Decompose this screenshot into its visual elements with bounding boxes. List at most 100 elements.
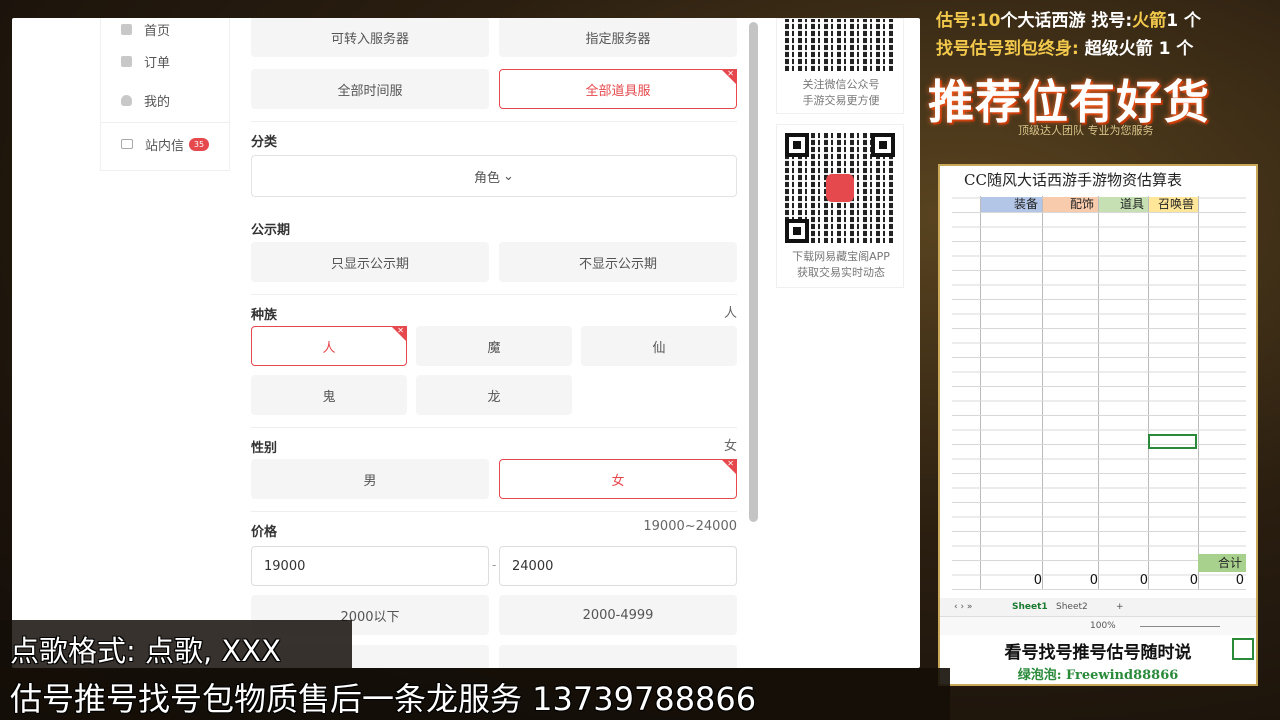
promo-text: 超级火箭 1 个 [1084, 39, 1194, 59]
section-divider [251, 511, 737, 512]
close-icon: ✕ [727, 459, 734, 468]
sheet-grid[interactable] [952, 196, 1246, 590]
qr-finder [785, 133, 809, 157]
page-scrollbar[interactable] [749, 22, 758, 522]
spreadsheet-window: CC随风大话西游手游物资估算表 装备 配饰 道具 召唤兽 合计 0 0 0 0 … [938, 164, 1258, 686]
section-divider [251, 427, 737, 428]
header-cell-pets: 召唤兽 [1149, 197, 1198, 212]
sidebar-item-mine[interactable]: 我的 [121, 89, 170, 111]
gender-title: 性别 [251, 441, 278, 456]
price-dash: - [492, 558, 497, 572]
sheet-tab-bar: ‹ › » Sheet1 Sheet2 + [940, 598, 1256, 616]
sheet-footer-slogan: 看号找号推号估号随时说 [1004, 643, 1192, 663]
filter-panel: 可转入服务器 指定服务器 全部时间服 全部道具服 ✕ 分类 角色 ⌄ 公示期 只… [251, 18, 737, 668]
sidebar-item-messages[interactable]: 站内信 35 [121, 133, 210, 155]
selected-cell[interactable] [1148, 434, 1197, 449]
sidebar-menu: 首页 订单 我的 站内信 35 [100, 18, 230, 171]
sidebar-item-label: 首页 [144, 23, 171, 39]
browser-window: 首页 订单 我的 站内信 35 可转入服务器 指定服务器 全部时间服 全部道具服… [12, 18, 920, 668]
promo-text: 10 [976, 11, 1001, 31]
promo-text: 1 个 [1166, 11, 1201, 31]
race-option-demon[interactable]: 魔 [416, 326, 572, 366]
qr-caption: 下载网易藏宝阁APP [792, 250, 890, 263]
category-title: 分类 [251, 135, 278, 150]
header-cell-equipment: 装备 [981, 197, 1042, 212]
tab-sheet1[interactable]: Sheet1 [1012, 598, 1048, 616]
home-icon [121, 23, 132, 35]
section-divider [251, 294, 737, 295]
promo-text: 找号估号到包终身: [936, 39, 1079, 59]
tab-nav-icon[interactable]: ‹ › » [954, 598, 972, 616]
footer-selected-cell [1232, 638, 1254, 660]
service-caption: 估号推号找号包物质售后一条龙服务 13739788866 [10, 680, 757, 718]
user-icon [121, 94, 132, 106]
song-request-caption: 点歌格式: 点歌, XXX [10, 634, 282, 668]
sum-cell: 0 [1235, 573, 1244, 588]
price-max-input[interactable]: 24000 [499, 546, 737, 586]
tab-sheet2[interactable]: Sheet2 [1056, 598, 1088, 616]
server-option-all-items[interactable]: 全部道具服 ✕ [499, 69, 737, 109]
sheet-status-bar: 100% [940, 616, 1256, 635]
sidebar-divider [101, 122, 229, 123]
promo-line-2: 找号估号到包终身: 超级火箭 1 个 [936, 34, 1193, 59]
publicity-option-hide[interactable]: 不显示公示期 [499, 242, 737, 282]
unread-badge: 35 [189, 137, 210, 151]
option-label: 全部道具服 [585, 83, 651, 99]
price-min-input[interactable]: 19000 [251, 546, 489, 586]
sidebar-item-label: 订单 [144, 55, 171, 71]
gender-value: 女 [723, 439, 737, 454]
publicity-title: 公示期 [251, 223, 291, 238]
qr-caption: 手游交易更方便 [802, 94, 880, 107]
sum-cell: 0 [1189, 573, 1198, 588]
race-option-immortal[interactable]: 仙 [581, 326, 737, 366]
race-option-human[interactable]: 人 ✕ [251, 326, 407, 366]
publicity-option-show[interactable]: 只显示公示期 [251, 242, 489, 282]
promo-text: 个大话西游 找号: [1000, 11, 1133, 31]
chevron-down-icon: ⌄ [503, 168, 514, 184]
price-title: 价格 [251, 525, 278, 540]
gender-option-male[interactable]: 男 [251, 459, 489, 499]
sum-label-cell: 合计 [1198, 554, 1246, 572]
sidebar-item-orders[interactable]: 订单 [121, 50, 170, 72]
wechat-qr-code [785, 19, 895, 71]
promo-tagline: 顶级达人团队 专业为您服务 [1018, 124, 1154, 137]
price-option-2000-4999[interactable]: 2000-4999 [499, 595, 737, 635]
qr-caption: 关注微信公众号 [802, 78, 880, 91]
category-select[interactable]: 角色 ⌄ [251, 155, 737, 197]
qr-card-app: 下载网易藏宝阁APP 获取交易实时动态 [776, 124, 904, 288]
option-label: 女 [611, 473, 625, 489]
price-range-value: 19000~24000 [643, 519, 737, 534]
price-option-row3-b[interactable] [499, 645, 737, 668]
sheet-title: CC随风大话西游手游物资估算表 [964, 171, 1182, 189]
category-selected: 角色 [474, 170, 501, 186]
mail-icon [121, 139, 133, 149]
race-value: 人 [723, 306, 737, 321]
promo-text: 估号: [936, 11, 977, 31]
header-cell-items: 道具 [1099, 197, 1148, 212]
server-option-transferable[interactable]: 可转入服务器 [251, 18, 489, 57]
sidebar-item-home[interactable]: 首页 [121, 18, 170, 40]
server-option-specified[interactable]: 指定服务器 [499, 18, 737, 57]
app-logo-icon [826, 174, 854, 202]
zoom-slider[interactable] [1140, 626, 1220, 627]
zoom-level: 100% [1090, 621, 1116, 631]
gender-option-female[interactable]: 女 ✕ [499, 459, 737, 499]
add-sheet-icon[interactable]: + [1116, 598, 1124, 616]
sidebar-item-label: 站内信 [145, 138, 185, 154]
sheet-footer-contact: 绿泡泡: Freewind88866 [1017, 668, 1179, 683]
race-option-ghost[interactable]: 鬼 [251, 375, 407, 415]
order-icon [121, 55, 132, 67]
race-option-dragon[interactable]: 龙 [416, 375, 572, 415]
section-divider [251, 121, 737, 122]
qr-caption: 获取交易实时动态 [797, 266, 885, 279]
sidebar-item-label: 我的 [144, 94, 171, 110]
sum-cell: 0 [1139, 573, 1148, 588]
option-label: 人 [322, 340, 336, 356]
close-icon: ✕ [727, 69, 734, 78]
app-qr-code [785, 133, 895, 243]
close-icon: ✕ [397, 326, 404, 335]
promo-line-1: 估号:10个大话西游 找号:火箭1 个 [936, 6, 1201, 31]
promo-text: 火箭 [1132, 11, 1167, 31]
sum-cell: 0 [1033, 573, 1042, 588]
server-option-all-time[interactable]: 全部时间服 [251, 69, 489, 109]
